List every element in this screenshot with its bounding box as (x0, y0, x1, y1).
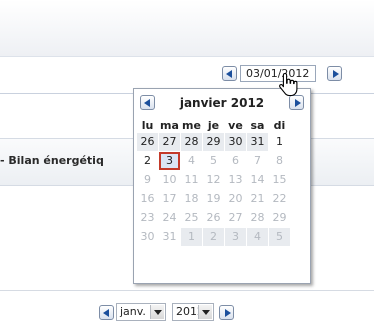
month-select[interactable]: janv. (116, 303, 166, 321)
hand-pointer-icon (279, 72, 298, 97)
calendar-day: 20 (225, 190, 246, 208)
weekday-label: lu (141, 119, 154, 132)
calendar-day: 7 (247, 152, 268, 170)
calendar-day: 30 (137, 228, 158, 246)
calendar-week-row: 23 24 25 26 27 28 29 (137, 209, 291, 228)
calendar-day: 9 (137, 171, 158, 189)
calendar-day: 25 (181, 209, 202, 227)
calendar-day-prev-month[interactable]: 31 (247, 133, 268, 151)
calendar-day: 14 (247, 171, 268, 189)
next-day-button[interactable] (327, 66, 342, 81)
calendar-day: 8 (269, 152, 290, 170)
weekday-label: di (273, 119, 286, 132)
year-select[interactable]: 2012 (172, 303, 214, 321)
calendar-day: 11 (181, 171, 202, 189)
top-toolbar (0, 0, 374, 56)
weekday-label: sa (250, 119, 265, 132)
weekday-label: je (207, 119, 220, 132)
calendar-day[interactable]: 2 (137, 152, 158, 170)
chevron-down-icon[interactable] (198, 305, 212, 319)
calendar-day: 27 (225, 209, 246, 227)
calendar-day-next-month: 1 (181, 228, 202, 246)
calendar-week-row: 26 27 28 29 30 31 1 (137, 133, 291, 152)
calendar-day: 6 (225, 152, 246, 170)
calendar-day: 5 (203, 152, 224, 170)
calendar-day: 28 (247, 209, 268, 227)
calendar-day-prev-month[interactable]: 26 (137, 133, 158, 151)
calendar-day: 29 (269, 209, 290, 227)
prev-month-bottom-button[interactable] (99, 305, 114, 320)
calendar-day: 22 (269, 190, 290, 208)
calendar-day: 16 (137, 190, 158, 208)
calendar-week-row: 16 17 18 19 20 21 22 (137, 190, 291, 209)
calendar-day-selected[interactable]: 3 (159, 152, 180, 170)
weekday-label: me (182, 119, 201, 132)
calendar-day-prev-month[interactable]: 30 (225, 133, 246, 151)
calendar-grid: lu ma me je ve sa di 26 27 28 29 30 31 1 2 3 4 5 6 7 8 9 10 11 1… (137, 119, 291, 247)
weekday-label: ve (228, 119, 243, 132)
calendar-day: 23 (137, 209, 158, 227)
calendar-popup: janvier 2012 lu ma me je ve sa di 26 27 28 29 30 31 1… (133, 88, 311, 284)
prev-day-button[interactable] (222, 66, 237, 81)
chevron-down-icon[interactable] (150, 305, 164, 319)
weekday-label: ma (160, 119, 179, 132)
calendar-day[interactable]: 1 (269, 133, 290, 151)
calendar-day: 17 (159, 190, 180, 208)
calendar-day-prev-month[interactable]: 29 (203, 133, 224, 151)
tab-bilan-energetique[interactable]: - Bilan énergétiq (0, 154, 104, 167)
calendar-day: 31 (159, 228, 180, 246)
calendar-day: 10 (159, 171, 180, 189)
calendar-day-next-month: 3 (225, 228, 246, 246)
calendar-day-prev-month[interactable]: 27 (159, 133, 180, 151)
calendar-week-row: 2345678 (137, 152, 291, 171)
calendar-day: 19 (203, 190, 224, 208)
calendar-day: 13 (225, 171, 246, 189)
calendar-day: 24 (159, 209, 180, 227)
calendar-day: 26 (203, 209, 224, 227)
month-select-value: janv. (120, 305, 146, 318)
calendar-day: 4 (181, 152, 202, 170)
calendar-day: 18 (181, 190, 202, 208)
calendar-week-row: 9 10 11 12 13 14 15 (137, 171, 291, 190)
calendar-day: 12 (203, 171, 224, 189)
divider (0, 290, 374, 291)
calendar-day-next-month: 2 (203, 228, 224, 246)
calendar-month-title: janvier 2012 (179, 96, 265, 110)
next-month-bottom-button[interactable] (219, 305, 234, 320)
calendar-week-row: 30 31 1 2 3 4 5 (137, 228, 291, 247)
calendar-day: 21 (247, 190, 268, 208)
calendar-day-next-month: 5 (269, 228, 290, 246)
calendar-day-prev-month[interactable]: 28 (181, 133, 202, 151)
calendar-day: 15 (269, 171, 290, 189)
calendar-day-next-month: 4 (247, 228, 268, 246)
weekday-header-row: lu ma me je ve sa di (137, 119, 291, 133)
